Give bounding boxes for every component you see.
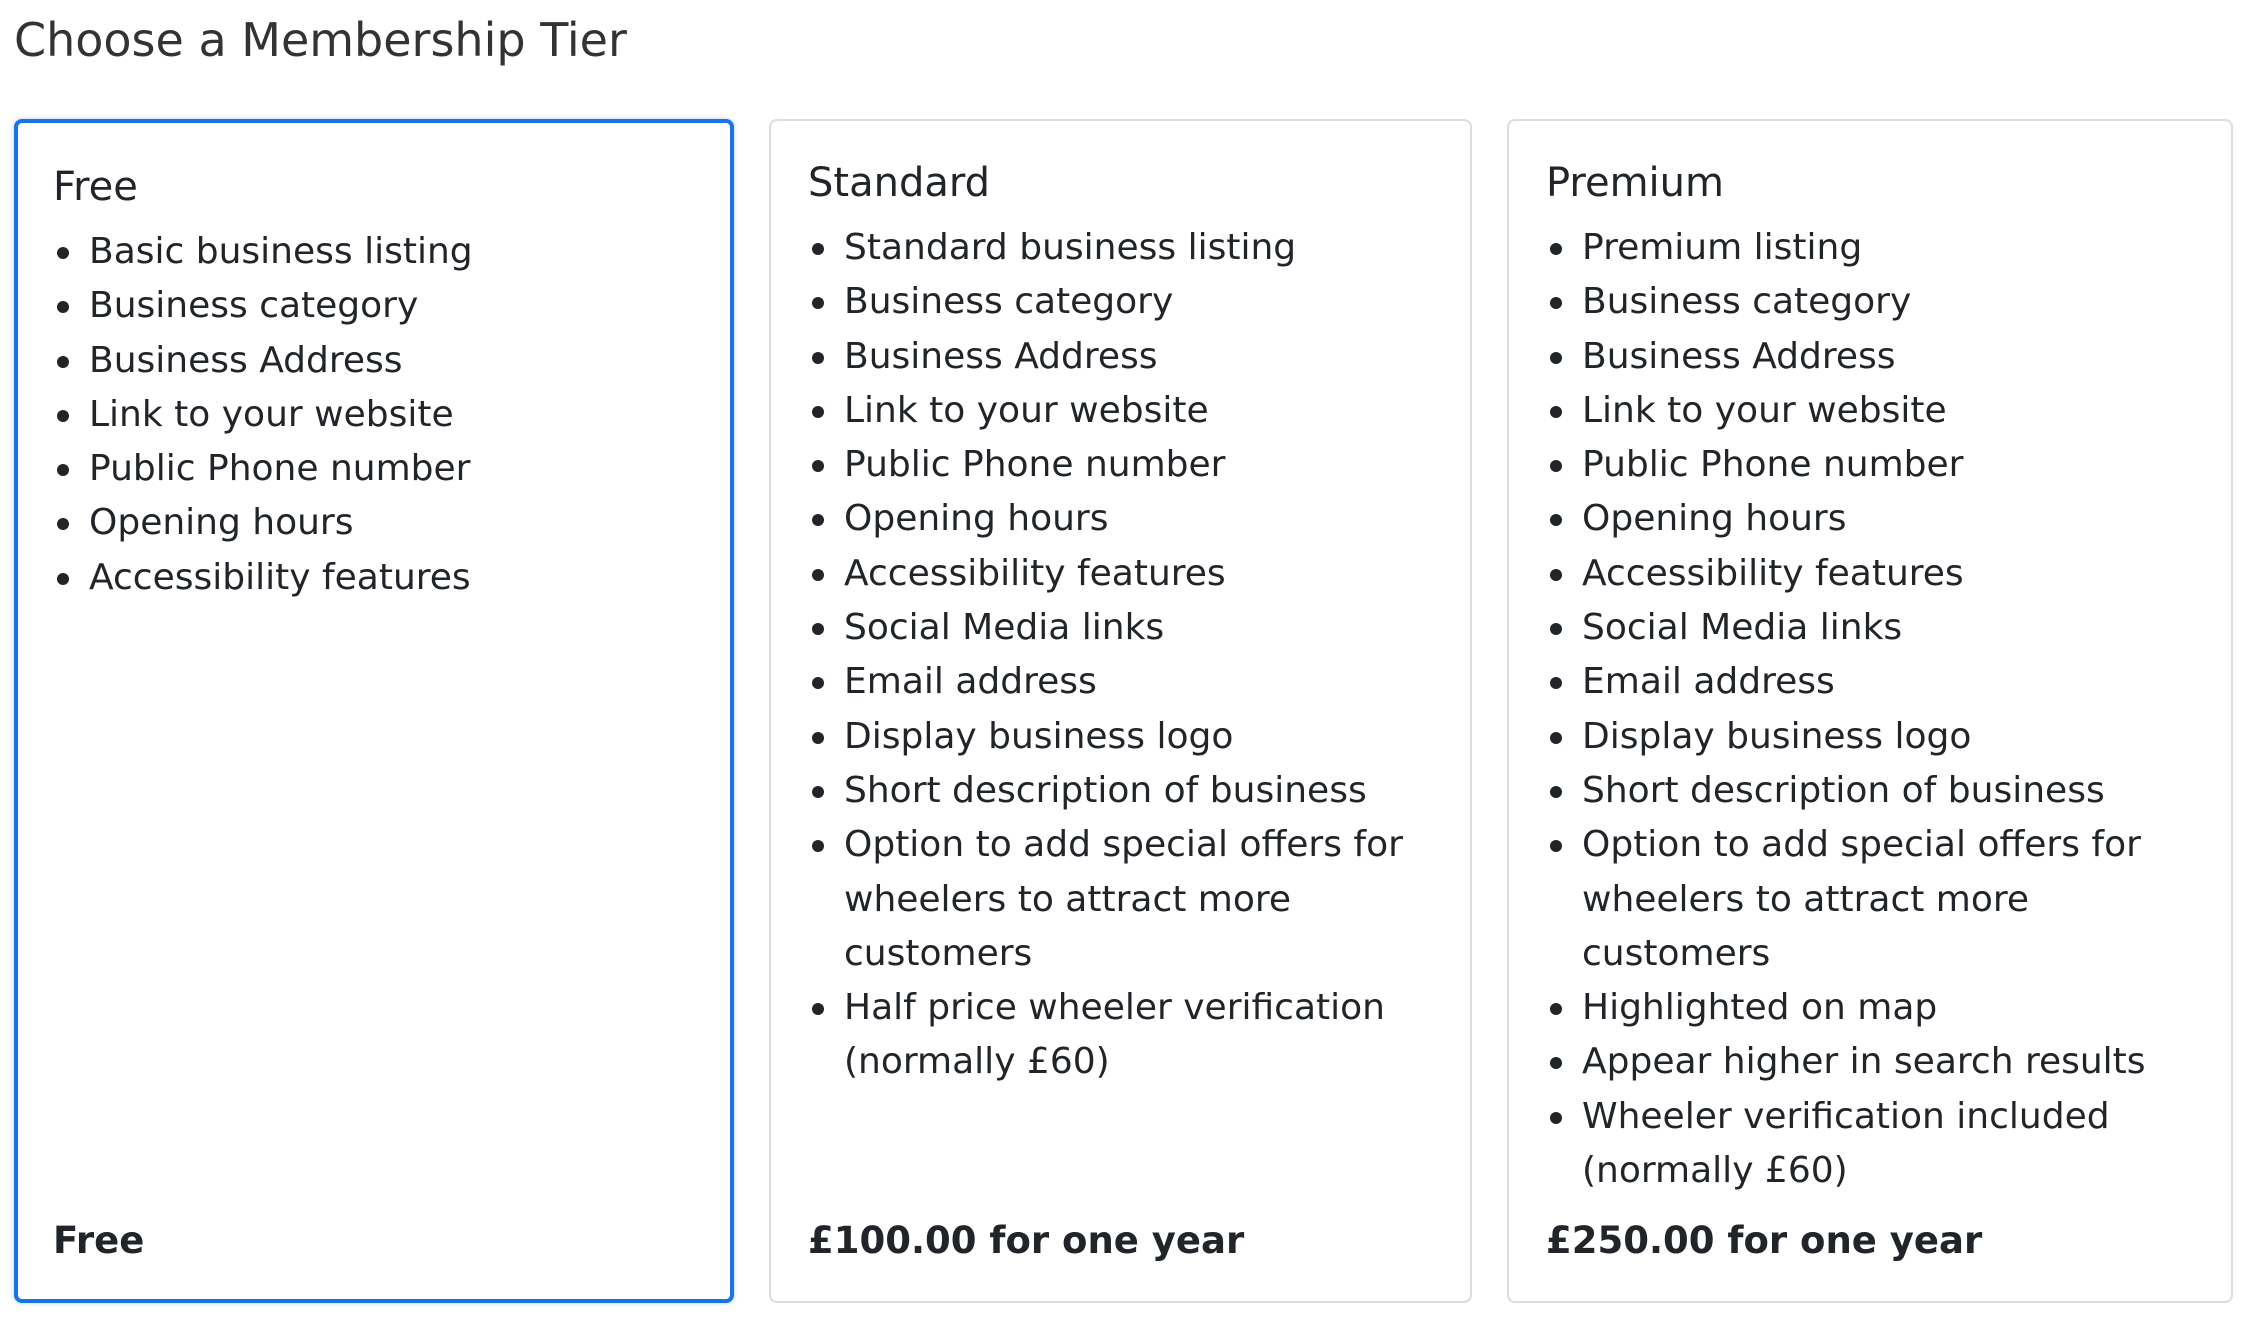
feature-item: Email address — [1546, 655, 2207, 709]
feature-item: Short description of business — [808, 764, 1446, 818]
feature-item: Link to your website — [1546, 384, 2207, 438]
feature-item: Business Address — [1546, 330, 2207, 384]
feature-item: Opening hours — [1546, 492, 2207, 546]
tier-price: £250.00 for one year — [1546, 1219, 1983, 1262]
feature-list: Basic business listing Business category… — [53, 225, 706, 605]
feature-item: Highlighted on map — [1546, 981, 2207, 1035]
feature-item: Public Phone number — [53, 442, 706, 496]
feature-item: Basic business listing — [53, 225, 706, 279]
tier-card-standard[interactable]: Standard Standard business listing Busin… — [769, 119, 1472, 1303]
feature-item: Business Address — [53, 334, 706, 388]
feature-item: Business category — [53, 279, 706, 333]
tier-name: Free — [53, 164, 138, 210]
tier-name: Premium — [1546, 160, 1724, 206]
feature-item: Half price wheeler verification (normall… — [808, 981, 1446, 1090]
tier-price: £100.00 for one year — [808, 1219, 1245, 1262]
feature-item: Display business logo — [808, 710, 1446, 764]
feature-item: Email address — [808, 655, 1446, 709]
feature-list: Premium listing Business category Busine… — [1546, 221, 2207, 1198]
tier-price: Free — [53, 1219, 145, 1262]
membership-tier-options: Free Basic business listing Business cat… — [14, 119, 2233, 1307]
feature-item: Standard business listing — [808, 221, 1446, 275]
feature-item: Short description of business — [1546, 764, 2207, 818]
feature-item: Link to your website — [808, 384, 1446, 438]
feature-item: Wheeler verification included (normally … — [1546, 1090, 2207, 1199]
feature-list: Standard business listing Business categ… — [808, 221, 1446, 1090]
feature-item: Appear higher in search results — [1546, 1035, 2207, 1089]
feature-item: Business category — [1546, 275, 2207, 329]
tier-card-premium[interactable]: Premium Premium listing Business categor… — [1507, 119, 2233, 1303]
feature-item: Business category — [808, 275, 1446, 329]
feature-item: Public Phone number — [808, 438, 1446, 492]
page-title: Choose a Membership Tier — [14, 13, 627, 67]
tier-card-free[interactable]: Free Basic business listing Business cat… — [14, 119, 734, 1303]
feature-item: Accessibility features — [1546, 547, 2207, 601]
feature-item: Display business logo — [1546, 710, 2207, 764]
feature-item: Social Media links — [1546, 601, 2207, 655]
feature-item: Opening hours — [808, 492, 1446, 546]
feature-item: Option to add special offers for wheeler… — [808, 818, 1446, 981]
feature-item: Accessibility features — [808, 547, 1446, 601]
feature-item: Link to your website — [53, 388, 706, 442]
feature-item: Social Media links — [808, 601, 1446, 655]
feature-item: Option to add special offers for wheeler… — [1546, 818, 2207, 981]
feature-item: Business Address — [808, 330, 1446, 384]
feature-item: Public Phone number — [1546, 438, 2207, 492]
feature-item: Opening hours — [53, 496, 706, 550]
tier-name: Standard — [808, 160, 990, 206]
feature-item: Accessibility features — [53, 551, 706, 605]
feature-item: Premium listing — [1546, 221, 2207, 275]
